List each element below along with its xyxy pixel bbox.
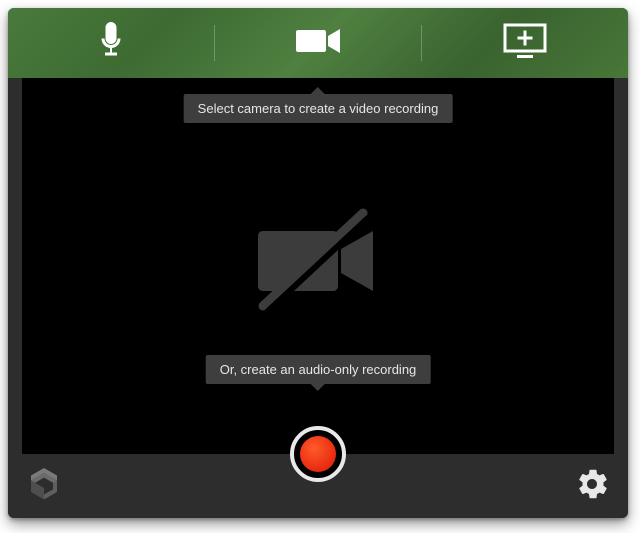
record-indicator bbox=[300, 436, 336, 472]
gear-icon bbox=[576, 468, 608, 505]
record-button[interactable] bbox=[290, 426, 346, 482]
hexagon-logo-icon bbox=[28, 467, 60, 506]
settings-button[interactable] bbox=[576, 468, 608, 505]
record-button-wrap bbox=[290, 426, 346, 482]
tab-screen[interactable] bbox=[422, 8, 628, 78]
recorder-window: Select camera to create a video recordin… bbox=[8, 8, 628, 518]
microphone-icon bbox=[98, 22, 124, 65]
mode-tabs bbox=[8, 8, 628, 78]
audio-tooltip: Or, create an audio-only recording bbox=[206, 355, 431, 384]
tab-microphone[interactable] bbox=[8, 8, 214, 78]
logo-button[interactable] bbox=[28, 467, 60, 506]
preview-area: Select camera to create a video recordin… bbox=[22, 78, 614, 454]
screen-add-icon bbox=[503, 23, 547, 64]
no-camera-icon bbox=[243, 201, 393, 321]
camera-icon bbox=[296, 26, 340, 61]
camera-tooltip: Select camera to create a video recordin… bbox=[184, 94, 453, 123]
tab-camera[interactable] bbox=[215, 8, 421, 78]
